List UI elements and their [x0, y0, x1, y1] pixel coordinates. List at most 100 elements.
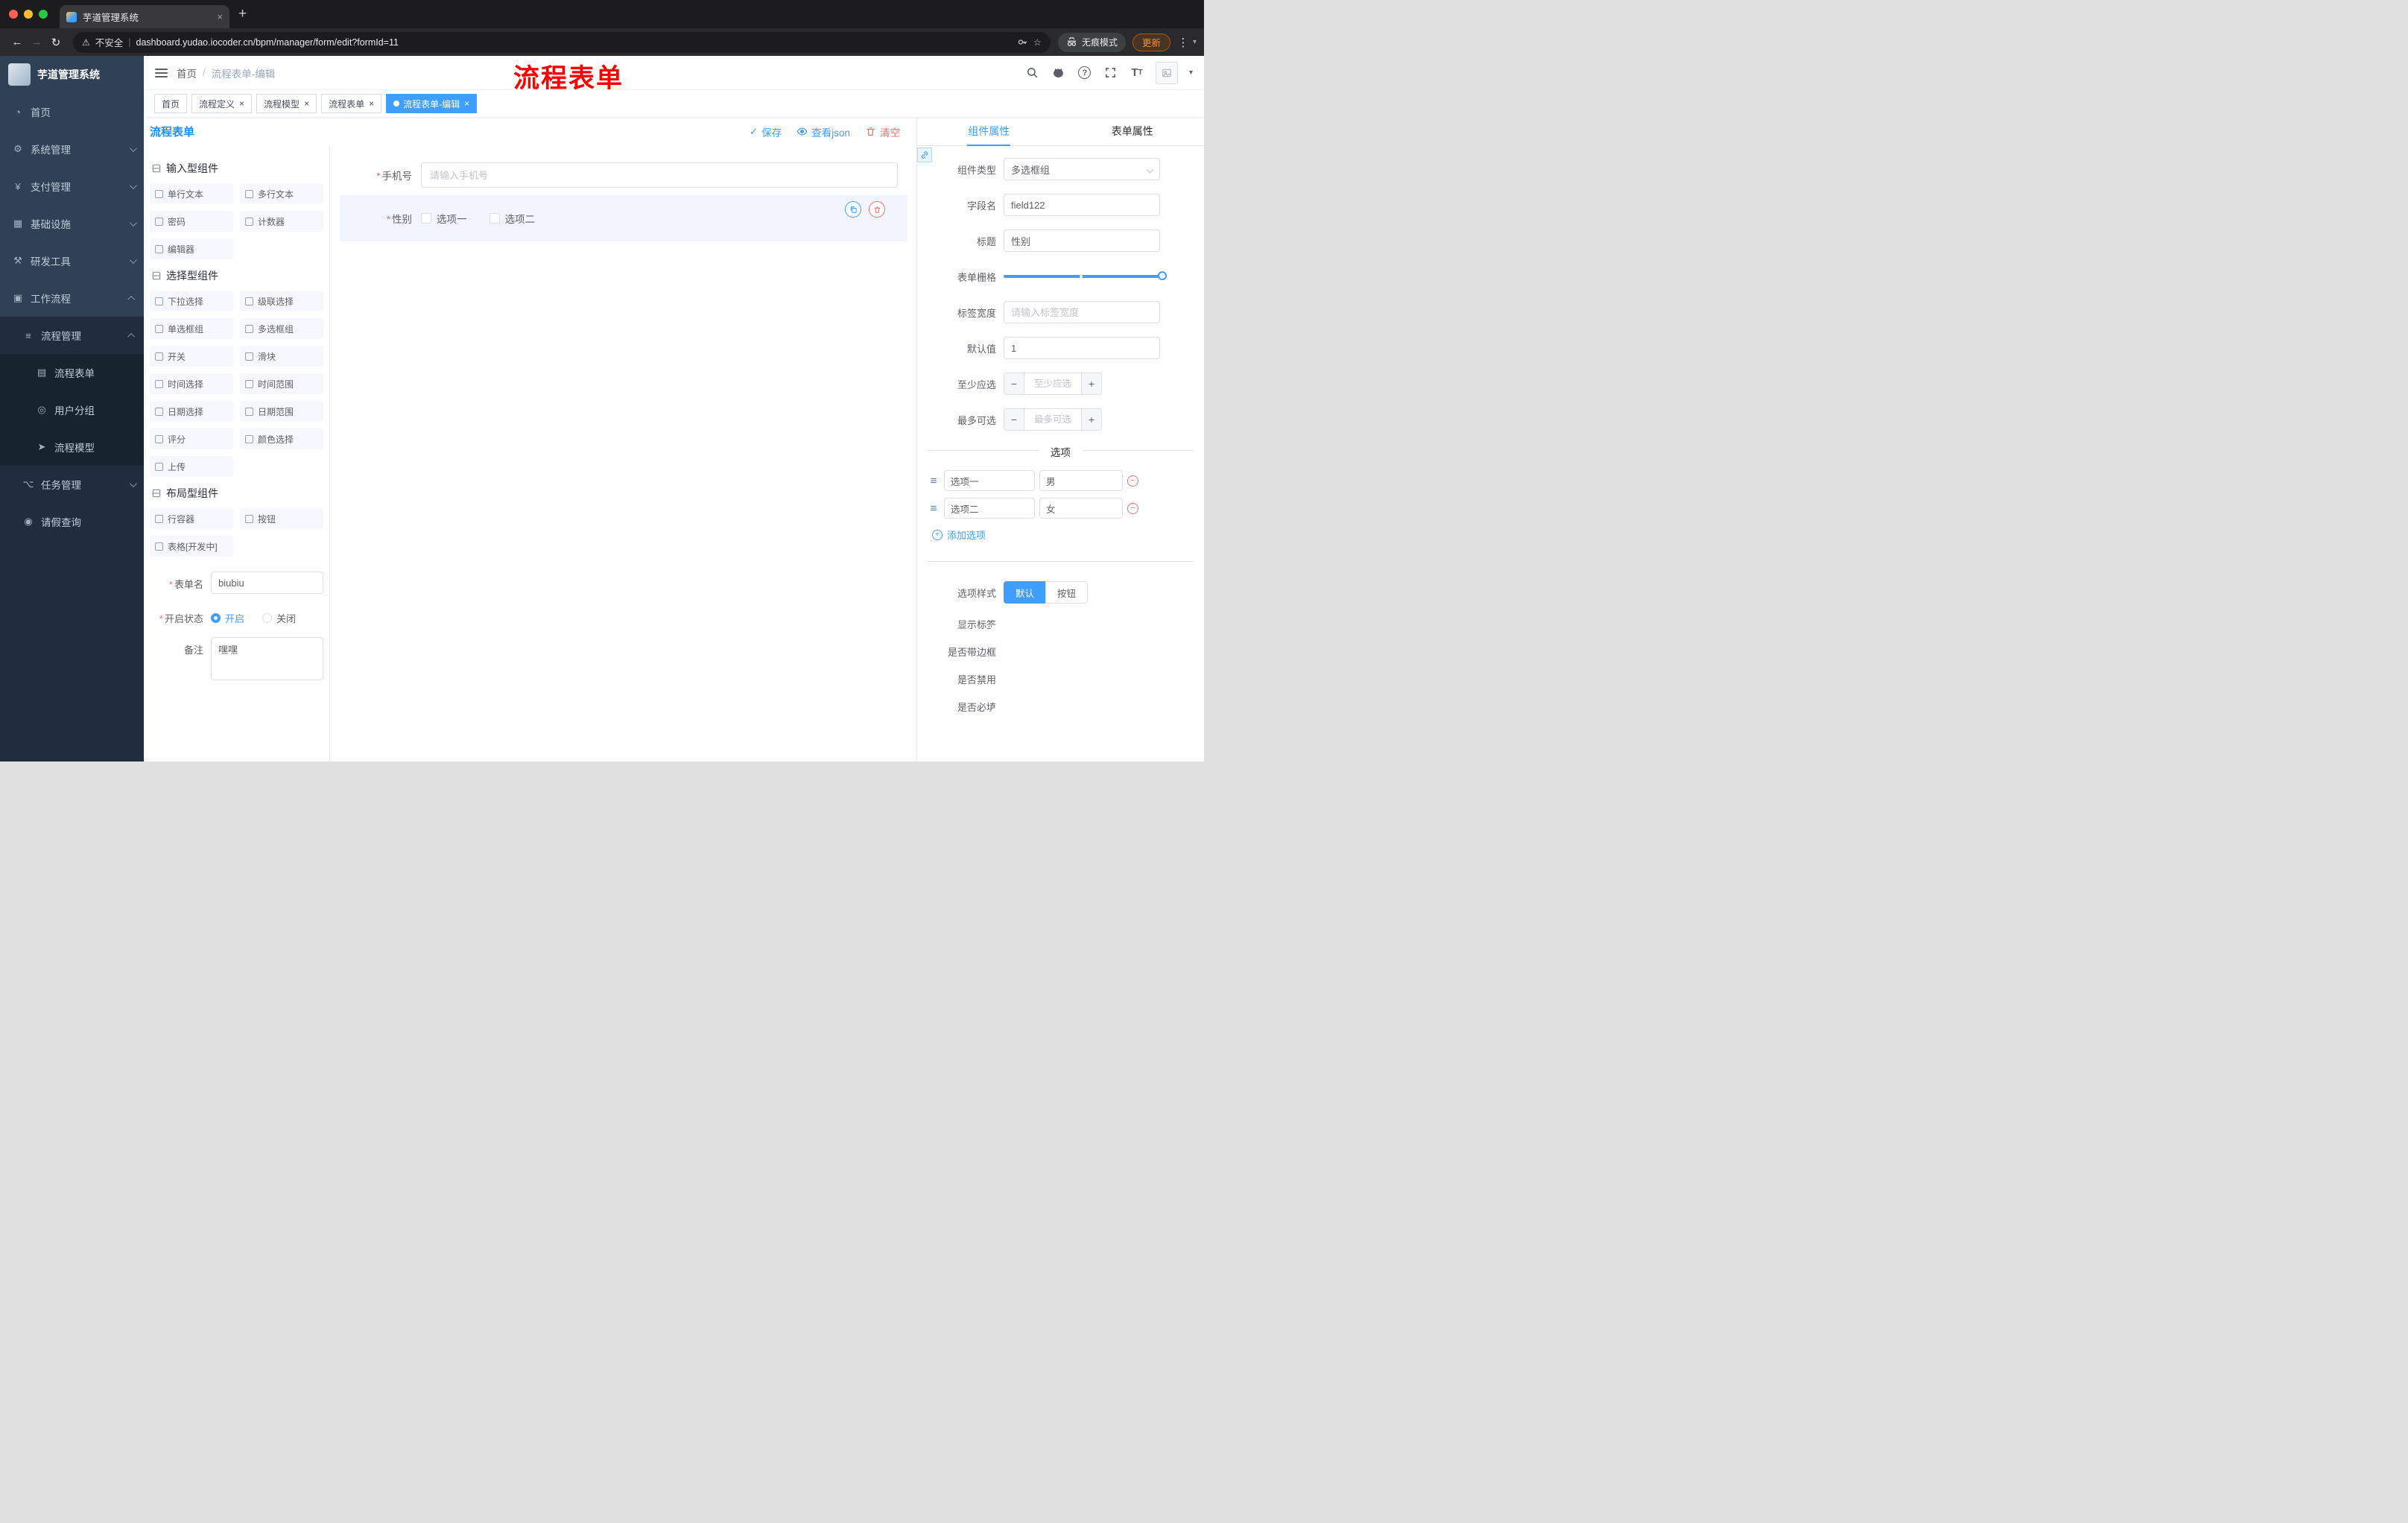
- increment-button[interactable]: +: [1081, 373, 1101, 394]
- help-icon[interactable]: ?: [1077, 66, 1092, 80]
- github-icon[interactable]: [1051, 66, 1066, 80]
- fullscreen-icon[interactable]: [1103, 66, 1118, 80]
- password-key-icon[interactable]: [1017, 37, 1028, 48]
- palette-item-switch[interactable]: 开关: [150, 346, 233, 367]
- form-name-input[interactable]: [211, 571, 323, 594]
- slider-handle[interactable]: [1158, 271, 1167, 280]
- palette-item-button[interactable]: 按钮: [240, 508, 323, 529]
- update-button[interactable]: 更新: [1132, 33, 1170, 51]
- tab-component-props[interactable]: 组件属性: [917, 117, 1061, 145]
- sidebar-item-process-mgmt[interactable]: ≡ 流程管理: [0, 317, 144, 354]
- sidebar-item-home[interactable]: ◔ 首页: [0, 93, 144, 130]
- grid-slider[interactable]: [1004, 265, 1167, 288]
- palette-item-checkbox-group[interactable]: 多选框组: [240, 318, 323, 339]
- tag-close-icon[interactable]: ×: [464, 98, 469, 109]
- status-radio-off[interactable]: 关闭: [262, 611, 296, 625]
- palette-item-password[interactable]: 密码: [150, 211, 233, 232]
- style-default-button[interactable]: 默认: [1004, 581, 1047, 604]
- tag-process-form-edit[interactable]: 流程表单-编辑 ×: [386, 94, 478, 113]
- palette-item-slider[interactable]: 滑块: [240, 346, 323, 367]
- url-text[interactable]: dashboard.yudao.iocoder.cn/bpm/manager/f…: [136, 37, 1012, 48]
- palette-item-single-text[interactable]: 单行文本: [150, 183, 233, 204]
- palette-item-row-container[interactable]: 行容器: [150, 508, 233, 529]
- drag-handle-icon[interactable]: ≡: [928, 502, 940, 515]
- font-size-icon[interactable]: TT: [1129, 66, 1144, 80]
- default-value-input[interactable]: [1004, 337, 1160, 359]
- decrement-button[interactable]: −: [1004, 409, 1024, 430]
- chrome-caret-icon[interactable]: ▾: [1193, 38, 1197, 46]
- phone-input[interactable]: [421, 162, 898, 188]
- search-icon[interactable]: [1025, 66, 1040, 80]
- palette-item-radio-group[interactable]: 单选框组: [150, 318, 233, 339]
- sidebar-logo[interactable]: 芋道管理系统: [0, 56, 144, 93]
- add-option-button[interactable]: + 添加选项: [932, 528, 1204, 542]
- back-icon[interactable]: ←: [7, 33, 27, 52]
- palette-item-color-picker[interactable]: 颜色选择: [240, 428, 323, 449]
- sidebar-item-payment[interactable]: ¥ 支付管理: [0, 168, 144, 205]
- form-canvas[interactable]: *手机号 *性别 选项一 选项二: [330, 146, 916, 762]
- decrement-button[interactable]: −: [1004, 373, 1024, 394]
- style-button-button[interactable]: 按钮: [1045, 581, 1089, 604]
- palette-item-rate[interactable]: 评分: [150, 428, 233, 449]
- tag-close-icon[interactable]: ×: [239, 98, 244, 109]
- palette-item-cascader[interactable]: 级联选择: [240, 291, 323, 311]
- palette-item-time-picker[interactable]: 时间选择: [150, 373, 233, 394]
- palette-item-multi-text[interactable]: 多行文本: [240, 183, 323, 204]
- palette-item-table[interactable]: 表格[开发中]: [150, 536, 233, 557]
- hamburger-icon[interactable]: [155, 68, 168, 77]
- phone-field-row[interactable]: * 手机号: [330, 162, 898, 188]
- remove-option-button[interactable]: −: [1127, 475, 1138, 487]
- option2-value-input[interactable]: [1039, 498, 1123, 519]
- close-window-button[interactable]: [9, 10, 18, 19]
- palette-item-editor[interactable]: 编辑器: [150, 238, 233, 259]
- sidebar-item-user-group[interactable]: ◎ 用户分组: [0, 391, 144, 428]
- maximize-window-button[interactable]: [39, 10, 48, 19]
- avatar-caret-icon[interactable]: ▾: [1189, 69, 1193, 77]
- link-chip-button[interactable]: [917, 148, 932, 162]
- max-select-input[interactable]: [1024, 409, 1081, 430]
- incognito-badge[interactable]: 无痕模式: [1057, 32, 1126, 52]
- reload-icon[interactable]: ↻: [46, 33, 66, 52]
- gender-field-selected[interactable]: * 性别 选项一 选项二: [340, 195, 907, 241]
- browser-tab[interactable]: 芋道管理系统 ×: [60, 5, 229, 28]
- sidebar-item-process-form[interactable]: ▤ 流程表单: [0, 354, 144, 391]
- palette-item-select[interactable]: 下拉选择: [150, 291, 233, 311]
- sidebar-item-devtools[interactable]: ⚒ 研发工具: [0, 242, 144, 279]
- palette-item-counter[interactable]: 计数器: [240, 211, 323, 232]
- label-width-input[interactable]: [1004, 301, 1160, 323]
- tag-process-definition[interactable]: 流程定义 ×: [191, 94, 253, 113]
- forward-icon[interactable]: →: [27, 33, 46, 52]
- form-remark-textarea[interactable]: 嘿嘿: [211, 637, 323, 680]
- status-radio-on[interactable]: 开启: [211, 611, 244, 625]
- increment-button[interactable]: +: [1081, 409, 1101, 430]
- option1-label-input[interactable]: [944, 470, 1035, 491]
- palette-item-date-picker[interactable]: 日期选择: [150, 401, 233, 422]
- new-tab-button[interactable]: +: [238, 6, 247, 22]
- breadcrumb-home[interactable]: 首页: [177, 66, 197, 80]
- drag-handle-icon[interactable]: ≡: [928, 475, 940, 487]
- palette-item-time-range[interactable]: 时间范围: [240, 373, 323, 394]
- browser-menu-icon[interactable]: ⋮: [1176, 36, 1190, 49]
- option2-label-input[interactable]: [944, 498, 1035, 519]
- sidebar-item-task-mgmt[interactable]: ⌥ 任务管理: [0, 466, 144, 503]
- gender-checkbox-option1[interactable]: 选项一: [421, 211, 467, 226]
- delete-component-button[interactable]: [869, 201, 885, 218]
- address-bar[interactable]: ⚠ 不安全 | dashboard.yudao.iocoder.cn/bpm/m…: [73, 31, 1051, 53]
- palette-item-upload[interactable]: 上传: [150, 456, 233, 477]
- sidebar-item-workflow[interactable]: ▣ 工作流程: [0, 279, 144, 317]
- bookmark-star-icon[interactable]: ☆: [1033, 37, 1042, 48]
- minimize-window-button[interactable]: [24, 10, 33, 19]
- tag-close-icon[interactable]: ×: [369, 98, 374, 109]
- option1-value-input[interactable]: [1039, 470, 1123, 491]
- title-input[interactable]: [1004, 229, 1160, 252]
- tag-process-form[interactable]: 流程表单 ×: [321, 94, 382, 113]
- sidebar-item-process-model[interactable]: ➤ 流程模型: [0, 428, 144, 466]
- tab-close-icon[interactable]: ×: [217, 11, 223, 22]
- sidebar-item-leave-query[interactable]: ◉ 请假查询: [0, 503, 144, 540]
- min-select-input[interactable]: [1024, 373, 1081, 394]
- clear-button[interactable]: 清空: [865, 124, 900, 139]
- copy-component-button[interactable]: [845, 201, 861, 218]
- tag-home[interactable]: 首页: [154, 94, 188, 113]
- palette-item-date-range[interactable]: 日期范围: [240, 401, 323, 422]
- sidebar-item-infra[interactable]: ▦ 基础设施: [0, 205, 144, 242]
